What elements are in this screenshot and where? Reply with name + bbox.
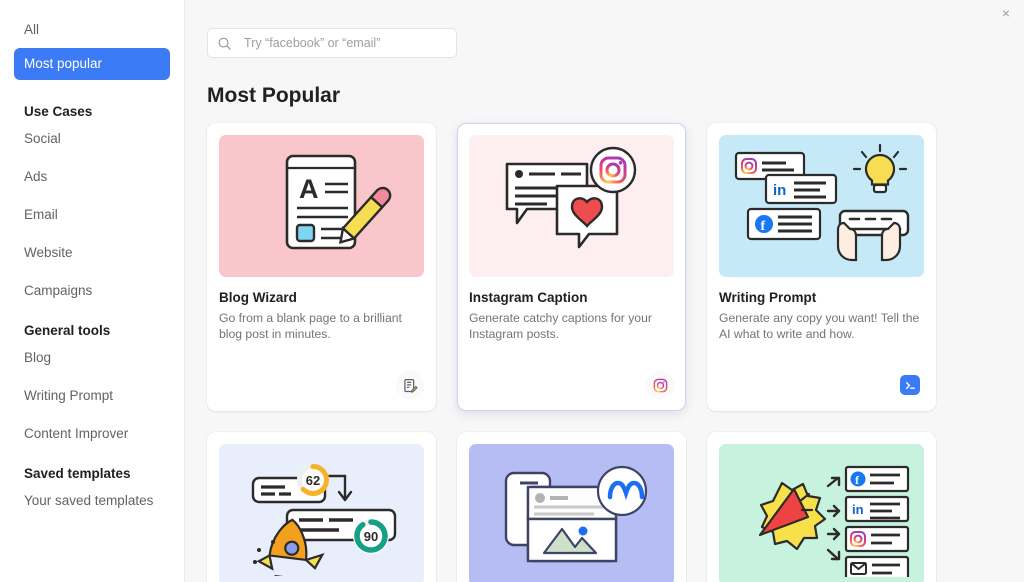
card-badge (647, 372, 673, 398)
card-title: Writing Prompt (719, 290, 817, 305)
sidebar-filter-all[interactable]: All (14, 14, 170, 46)
card-title: Instagram Caption (469, 290, 588, 305)
social-cards-keyboard-lightbulb-illustration: in f (734, 143, 909, 262)
card-badge (397, 372, 423, 398)
card-art-facebook-post (469, 444, 674, 582)
search-icon (217, 36, 232, 51)
sidebar-heading-saved-templates: Saved templates (24, 466, 131, 481)
sidebar-heading-use-cases: Use Cases (24, 104, 93, 119)
sidebar-item-content-improver[interactable]: Content Improver (14, 426, 170, 442)
sidebar-item-website[interactable]: Website (14, 245, 170, 261)
template-card-campaign-distribution[interactable]: f in (707, 432, 936, 582)
card-art-blog-wizard: A (219, 135, 424, 277)
svg-text:in: in (773, 182, 786, 199)
speech-bubbles-heart-instagram-illustration (505, 146, 637, 249)
megaphone-social-distribution-illustration: f in (758, 465, 910, 577)
sidebar-heading-general-tools: General tools (24, 323, 111, 338)
svg-text:90: 90 (364, 529, 378, 544)
search-input[interactable] (244, 36, 447, 50)
facebook-post-meta-illustration (504, 465, 647, 562)
card-art-instagram-caption (469, 135, 674, 277)
score-rings-rocket-illustration: 62 90 (251, 464, 397, 576)
terminal-icon (900, 375, 920, 395)
template-card-facebook-post[interactable] (457, 432, 686, 582)
template-card-instagram-caption[interactable]: Instagram Caption Generate catchy captio… (457, 123, 686, 411)
sidebar-item-campaigns[interactable]: Campaigns (14, 283, 170, 299)
template-card-writing-prompt[interactable]: in f Writing Prompt Generate any copy yo… (707, 123, 936, 411)
main-content: × Most Popular A (185, 0, 1024, 582)
svg-text:f: f (760, 219, 765, 234)
sidebar-group-saved-templates: Saved templates Your saved templates (14, 466, 170, 509)
document-pencil-illustration: A (285, 154, 391, 250)
close-icon[interactable]: × (997, 4, 1015, 22)
card-art-content-improver: 62 90 (219, 444, 424, 582)
sidebar-group-use-cases: Use Cases Social Ads Email Website Campa… (14, 104, 170, 299)
sidebar-item-writing-prompt[interactable]: Writing Prompt (14, 388, 170, 404)
card-art-campaign-distribution: f in (719, 444, 924, 582)
sidebar-item-blog[interactable]: Blog (14, 350, 170, 366)
sidebar-item-social[interactable]: Social (14, 131, 170, 147)
sidebar-filter-most-popular[interactable]: Most popular (14, 48, 170, 80)
card-description: Generate any copy you want! Tell the AI … (719, 311, 920, 341)
svg-text:in: in (852, 502, 864, 517)
card-title: Blog Wizard (219, 290, 297, 305)
template-picker-modal: All Most popular Use Cases Social Ads Em… (0, 0, 1024, 582)
document-edit-icon (397, 372, 423, 398)
page-title: Most Popular (207, 84, 341, 107)
instagram-icon (647, 372, 673, 398)
sidebar-group-general-tools: General tools Blog Writing Prompt Conten… (14, 323, 170, 442)
card-description: Generate catchy captions for your Instag… (469, 311, 652, 341)
sidebar-item-email[interactable]: Email (14, 207, 170, 223)
card-description: Go from a blank page to a brilliant blog… (219, 311, 402, 341)
card-badge (897, 372, 923, 398)
template-grid: A Blog Wizard Go from a blank page to a … (207, 123, 1024, 582)
template-card-blog-wizard[interactable]: A Blog Wizard Go from a blank page to a … (207, 123, 436, 411)
svg-text:A: A (299, 174, 319, 204)
svg-text:62: 62 (306, 473, 320, 488)
card-art-writing-prompt: in f (719, 135, 924, 277)
sidebar: All Most popular Use Cases Social Ads Em… (0, 0, 185, 582)
sidebar-item-your-saved-templates[interactable]: Your saved templates (14, 493, 170, 509)
template-card-content-improver[interactable]: 62 90 (207, 432, 436, 582)
sidebar-item-ads[interactable]: Ads (14, 169, 170, 185)
search-bar[interactable] (207, 28, 457, 58)
